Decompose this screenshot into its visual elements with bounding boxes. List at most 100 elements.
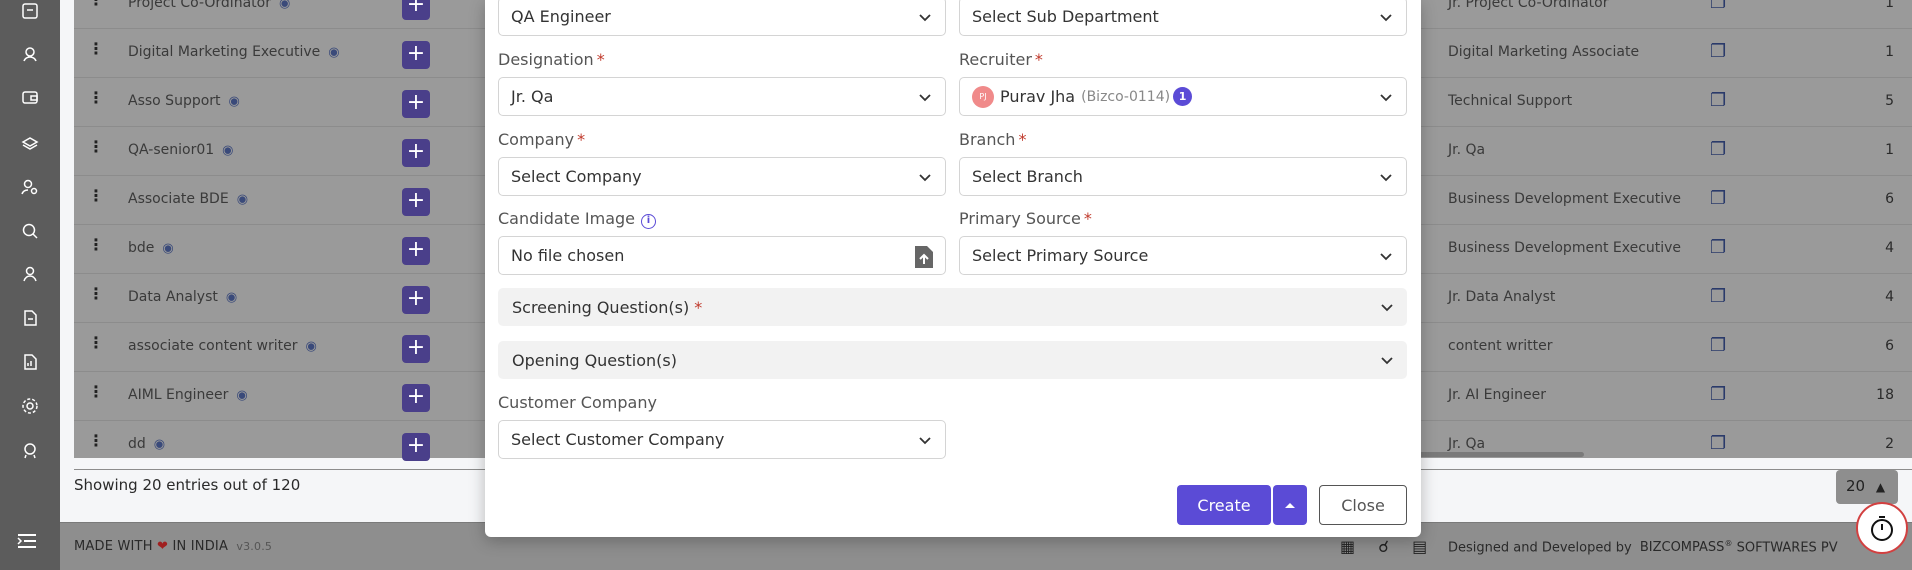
search-person-icon[interactable]: [19, 220, 41, 242]
add-button[interactable]: +: [402, 139, 430, 167]
eye-icon[interactable]: ◉: [328, 45, 339, 60]
screening-questions-accordion[interactable]: Screening Question(s) *: [498, 288, 1407, 326]
job-title-cell: QA-senior01 ◉: [128, 142, 234, 158]
branch-select[interactable]: Select Branch: [959, 157, 1407, 196]
kebab-menu-icon[interactable]: ⋮: [88, 88, 104, 107]
archive-icon[interactable]: [19, 0, 41, 22]
add-button[interactable]: +: [402, 90, 430, 118]
sub-department-select[interactable]: Select Sub Department: [959, 0, 1407, 36]
kebab-menu-icon[interactable]: ⋮: [88, 382, 104, 401]
chevron-down-icon: [919, 94, 931, 102]
eye-icon[interactable]: ◉: [154, 437, 165, 452]
required-mark: *: [1083, 209, 1092, 228]
copy-icon[interactable]: ❐: [1710, 90, 1726, 111]
eye-icon[interactable]: ◉: [222, 143, 233, 158]
sub-department-placeholder: Select Sub Department: [972, 7, 1159, 26]
primary-source-select[interactable]: Select Primary Source: [959, 236, 1407, 275]
count-cell: 1: [1885, 142, 1894, 158]
calculator-icon[interactable]: ▤: [1412, 537, 1427, 556]
hr-icon[interactable]: [19, 263, 41, 285]
kebab-menu-icon[interactable]: ⋮: [88, 235, 104, 254]
add-button[interactable]: +: [402, 384, 430, 412]
add-button[interactable]: +: [402, 433, 430, 461]
recruiter-label: Recruiter *: [959, 50, 1043, 69]
designation-cell: Jr. Qa: [1448, 142, 1486, 158]
add-button[interactable]: +: [402, 41, 430, 69]
file-upload-icon[interactable]: [913, 244, 935, 270]
job-title-cell: bde ◉: [128, 240, 174, 256]
eye-icon[interactable]: ◉: [162, 241, 173, 256]
kebab-menu-icon[interactable]: ⋮: [88, 0, 104, 9]
create-options-button[interactable]: [1273, 485, 1307, 525]
eye-icon[interactable]: ◉: [305, 339, 316, 354]
add-button[interactable]: +: [402, 237, 430, 265]
wallet-icon[interactable]: [19, 86, 41, 108]
job-title: AIML Engineer: [128, 387, 229, 403]
branch-placeholder: Select Branch: [972, 167, 1083, 186]
company-select[interactable]: Select Company: [498, 157, 946, 196]
primary-source-label: Primary Source *: [959, 209, 1092, 228]
eye-icon[interactable]: ◉: [229, 94, 240, 109]
count-cell: 6: [1885, 191, 1894, 207]
document-icon[interactable]: [19, 307, 41, 329]
users-icon[interactable]: [19, 43, 41, 65]
eye-icon[interactable]: ◉: [226, 290, 237, 305]
designation-select[interactable]: Jr. Qa: [498, 77, 946, 116]
recruiter-select[interactable]: PJ Purav Jha (Bizco-0114) 1: [959, 77, 1407, 116]
info-icon[interactable]: i: [641, 214, 656, 229]
copy-icon[interactable]: ❐: [1710, 433, 1726, 454]
opening-questions-accordion[interactable]: Opening Question(s): [498, 341, 1407, 379]
create-button[interactable]: Create: [1177, 485, 1271, 525]
count-cell: 4: [1885, 289, 1894, 305]
copy-icon[interactable]: ❐: [1710, 139, 1726, 160]
copy-icon[interactable]: ❐: [1710, 188, 1726, 209]
kebab-menu-icon[interactable]: ⋮: [88, 284, 104, 303]
support-icon[interactable]: [19, 439, 41, 461]
copy-icon[interactable]: ❐: [1710, 237, 1726, 258]
kebab-menu-icon[interactable]: ⋮: [88, 186, 104, 205]
eye-icon[interactable]: ◉: [236, 388, 247, 403]
timer-button[interactable]: [1856, 502, 1908, 554]
create-job-modal: QA Engineer Select Sub Department Design…: [485, 0, 1421, 537]
settings-icon[interactable]: [19, 395, 41, 417]
close-button[interactable]: Close: [1319, 485, 1407, 525]
candidate-image-input[interactable]: No file chosen: [498, 236, 946, 275]
stopwatch-icon: [1871, 516, 1893, 541]
count-cell: 1: [1885, 0, 1894, 11]
add-button[interactable]: +: [402, 188, 430, 216]
copy-icon[interactable]: ❐: [1710, 0, 1726, 13]
eye-icon[interactable]: ◉: [279, 0, 290, 11]
kebab-menu-icon[interactable]: ⋮: [88, 333, 104, 352]
department-select[interactable]: QA Engineer: [498, 0, 946, 36]
copy-icon[interactable]: ❐: [1710, 41, 1726, 62]
headset-icon[interactable]: ☌: [1378, 537, 1389, 556]
report-icon[interactable]: [19, 351, 41, 373]
chevron-down-icon: [1380, 174, 1392, 182]
customer-company-select[interactable]: Select Customer Company: [498, 420, 946, 459]
copy-icon[interactable]: ❐: [1710, 335, 1726, 356]
designation-label: Designation *: [498, 50, 605, 69]
add-button[interactable]: +: [402, 0, 430, 20]
kebab-menu-icon[interactable]: ⋮: [88, 39, 104, 58]
copy-icon[interactable]: ❐: [1710, 384, 1726, 405]
layers-icon[interactable]: [19, 131, 41, 153]
windows-icon[interactable]: ▦: [1340, 537, 1355, 556]
required-mark: *: [1034, 50, 1043, 69]
designation-cell: Jr. Data Analyst: [1448, 289, 1556, 305]
kebab-menu-icon[interactable]: ⋮: [88, 137, 104, 156]
kebab-menu-icon[interactable]: ⋮: [88, 431, 104, 450]
entries-info: Showing 20 entries out of 120: [74, 476, 301, 494]
user-search-icon[interactable]: [19, 176, 41, 198]
count-cell: 5: [1885, 93, 1894, 109]
chevron-down-icon: [1381, 304, 1393, 312]
designation-cell: content writter: [1448, 338, 1553, 354]
eye-icon[interactable]: ◉: [237, 192, 248, 207]
candidate-image-label: Candidate Image i: [498, 209, 656, 229]
page-size-select[interactable]: 20 ▲: [1836, 470, 1898, 504]
add-button[interactable]: +: [402, 286, 430, 314]
company-suffix: SOFTWARES PV: [1736, 540, 1838, 556]
add-button[interactable]: +: [402, 335, 430, 363]
menu-collapse-icon[interactable]: [16, 530, 38, 554]
copy-icon[interactable]: ❐: [1710, 286, 1726, 307]
chevron-down-icon: [1380, 14, 1392, 22]
